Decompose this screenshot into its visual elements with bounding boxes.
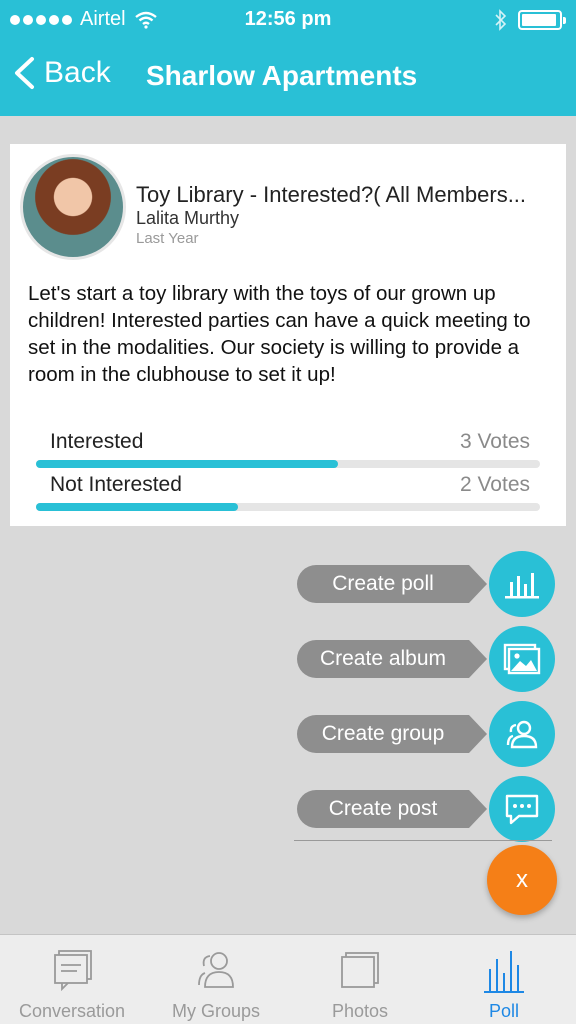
photos-icon: [341, 952, 379, 988]
vote-bar-track: [36, 460, 540, 468]
tab-label: Photos: [331, 1001, 389, 1021]
create-album-action[interactable]: Create album: [297, 626, 557, 692]
tab-poll[interactable]: Poll: [432, 935, 576, 1024]
page-title: Sharlow Apartments: [146, 60, 418, 91]
tab-bar: Conversation My Groups Photos Poll: [0, 934, 576, 1024]
create-group-action[interactable]: Create group: [297, 701, 557, 767]
option-votes: 2 Votes: [459, 473, 530, 496]
status-time: 12:56 pm: [244, 8, 332, 30]
tab-label: Poll: [488, 1001, 519, 1021]
create-album-button[interactable]: [489, 626, 555, 692]
create-post-action[interactable]: Create post: [297, 776, 557, 842]
divider: [294, 840, 552, 841]
bar-chart-icon: [505, 573, 539, 599]
back-button[interactable]: Back: [12, 56, 111, 90]
tab-my-groups[interactable]: My Groups: [144, 935, 288, 1024]
create-group-label[interactable]: Create group: [297, 715, 487, 753]
poll-icon: [484, 951, 524, 993]
create-album-label[interactable]: Create album: [297, 640, 487, 678]
post-body: Let's start a toy library with the toys …: [28, 282, 531, 386]
battery-icon: [518, 10, 566, 30]
create-poll-button[interactable]: [489, 551, 555, 617]
create-poll-action[interactable]: Create poll: [297, 551, 557, 617]
app-header: Airtel 12:56 pm Back Sharlow Apartments: [0, 0, 576, 116]
create-poll-label[interactable]: Create poll: [297, 565, 487, 603]
groups-icon: [198, 952, 234, 988]
author-avatar[interactable]: [20, 154, 126, 260]
vote-bar-track: [36, 503, 540, 511]
tab-photos[interactable]: Photos: [288, 935, 432, 1024]
close-menu-button[interactable]: x: [487, 845, 557, 915]
conversation-icon: [54, 950, 92, 991]
bluetooth-icon: [495, 9, 507, 31]
tab-label: My Groups: [171, 1001, 261, 1021]
tab-conversation[interactable]: Conversation: [0, 935, 144, 1024]
author-name: Lalita Murthy: [136, 208, 240, 228]
create-post-button[interactable]: [489, 776, 555, 842]
vote-bar-fill: [36, 503, 238, 511]
poll-card[interactable]: Toy Library - Interested?( All Members..…: [10, 144, 566, 526]
status-bar: Airtel 12:56 pm: [0, 0, 576, 40]
post-timestamp: Last Year: [136, 230, 199, 247]
poll-title: Toy Library - Interested?( All Members..…: [136, 182, 527, 207]
chevron-left-icon: [15, 57, 34, 89]
group-icon: [506, 720, 538, 749]
tab-label: Conversation: [18, 1001, 126, 1021]
create-group-button[interactable]: [489, 701, 555, 767]
option-votes: 3 Votes: [459, 430, 530, 453]
create-post-label[interactable]: Create post: [297, 790, 487, 828]
vote-bar-fill: [36, 460, 339, 468]
back-label: Back: [44, 56, 111, 89]
image-icon: [503, 643, 541, 675]
chat-icon: [505, 794, 539, 825]
option-label: Not Interested: [50, 473, 182, 496]
option-label: Interested: [50, 430, 144, 453]
